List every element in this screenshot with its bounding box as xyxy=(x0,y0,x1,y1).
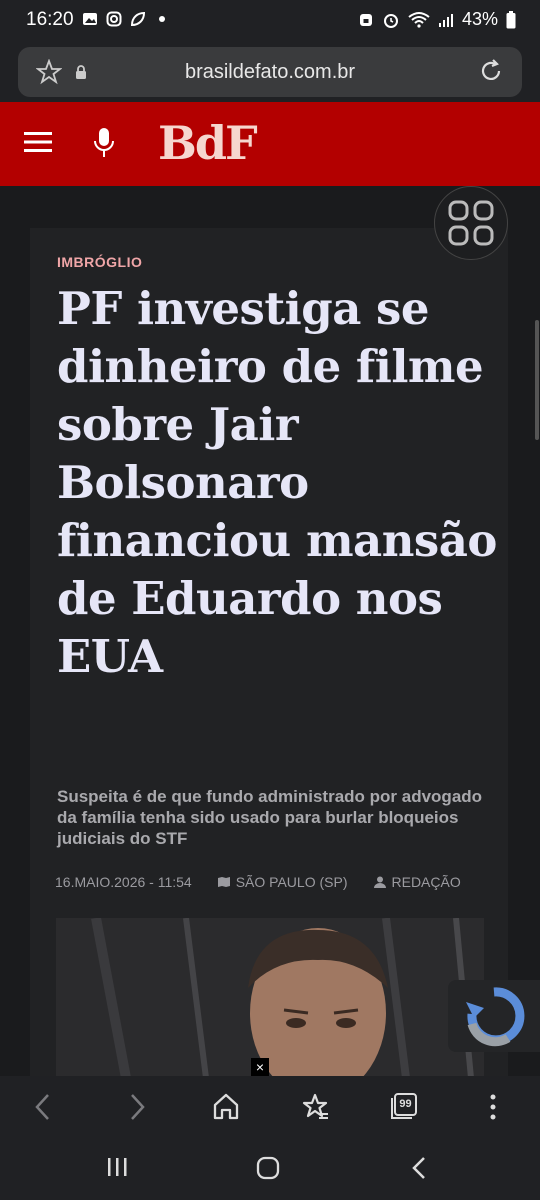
system-status: 43% xyxy=(358,9,516,30)
article-photo xyxy=(56,918,484,1078)
alarm-icon xyxy=(383,13,398,28)
back-icon[interactable] xyxy=(32,1092,54,1122)
instagram-icon xyxy=(106,11,122,27)
tabs-count: 99 xyxy=(399,1098,412,1110)
address-bar[interactable]: brasildefato.com.br xyxy=(18,47,522,97)
battery-percent: 43% xyxy=(461,9,498,29)
microphone-icon[interactable] xyxy=(92,126,116,162)
wifi-icon xyxy=(408,11,430,28)
back-nav-icon[interactable] xyxy=(410,1156,428,1180)
hamburger-menu-icon[interactable] xyxy=(24,130,52,154)
article-subtitle: Suspeita é de que fundo administrado por… xyxy=(57,787,483,848)
page-scrollbar[interactable] xyxy=(535,320,539,440)
forward-icon[interactable] xyxy=(126,1092,148,1122)
url-text: brasildefato.com.br xyxy=(184,61,356,83)
site-header: BdF xyxy=(0,102,540,186)
recent-apps-icon[interactable] xyxy=(106,1156,128,1178)
ad-close-button[interactable]: × xyxy=(251,1058,269,1076)
vpn-lock-icon xyxy=(359,13,372,26)
article-location: SÃO PAULO (SP) xyxy=(235,874,348,890)
site-logo[interactable]: BdF xyxy=(158,116,258,170)
gallery-icon xyxy=(83,13,97,25)
status-bar: 16:20 43% xyxy=(0,0,540,40)
bookmarks-icon[interactable] xyxy=(300,1092,330,1122)
status-time: 16:20 xyxy=(26,9,74,30)
system-nav-bar xyxy=(0,1138,540,1200)
notification-icons xyxy=(82,11,170,27)
article-meta: 16.MAIO.2026 - 11:54 SÃO PAULO (SP) REDA… xyxy=(55,874,461,890)
leaf-icon xyxy=(130,11,146,27)
battery-icon xyxy=(506,10,516,28)
map-icon xyxy=(217,877,230,887)
reload-icon[interactable] xyxy=(478,58,504,84)
more-options-icon[interactable] xyxy=(488,1092,498,1122)
apps-grid-button[interactable] xyxy=(434,186,508,260)
article-author[interactable]: REDAÇÃO xyxy=(392,874,461,890)
dot-icon xyxy=(159,16,165,22)
recaptcha-badge[interactable] xyxy=(448,980,540,1052)
tabs-button[interactable]: 99 xyxy=(390,1092,418,1120)
home-icon[interactable] xyxy=(212,1092,240,1122)
signal-icon xyxy=(438,13,453,27)
grid-icon xyxy=(448,200,494,246)
recaptcha-icon xyxy=(466,987,525,1047)
article-category-tag[interactable]: IMBRÓGLIO xyxy=(57,254,142,270)
photo-graphic xyxy=(56,918,484,1078)
article-headline: PF investiga se dinheiro de filme sobre … xyxy=(57,282,497,683)
home-nav-icon[interactable] xyxy=(256,1156,280,1180)
browser-toolbar: 99 xyxy=(0,1076,540,1138)
user-icon xyxy=(373,876,386,888)
browser-address-area: brasildefato.com.br xyxy=(0,40,540,102)
article-date: 16.MAIO.2026 - 11:54 xyxy=(55,874,192,890)
article-card: IMBRÓGLIO PF investiga se dinheiro de fi… xyxy=(30,228,508,1078)
